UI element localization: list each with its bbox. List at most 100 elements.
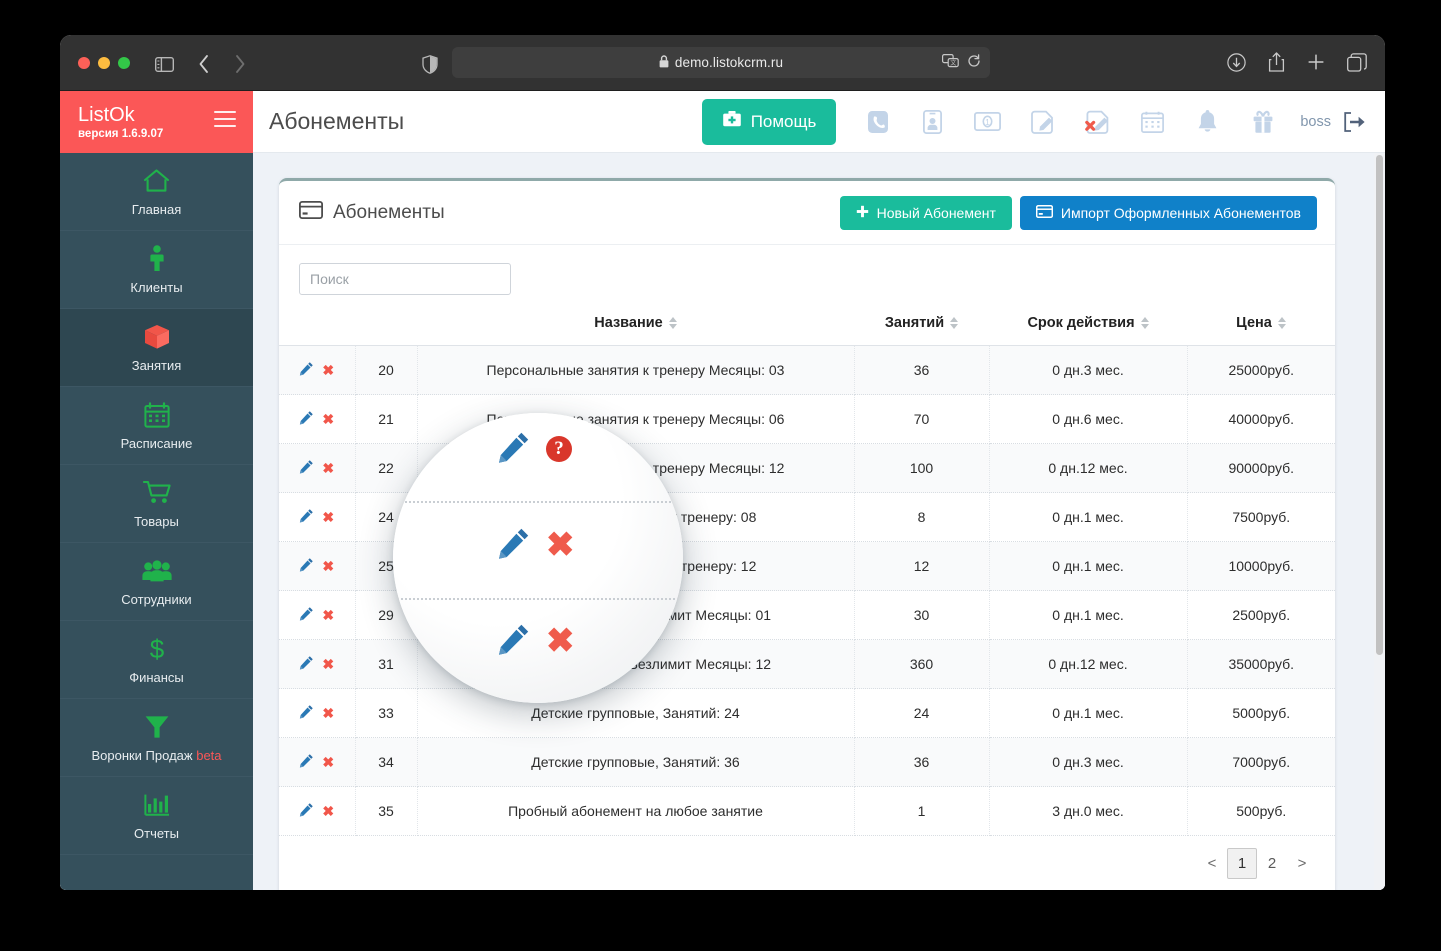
address-bar[interactable]: demo.listokcrm.ru 文 — [452, 47, 990, 78]
pencil-icon[interactable] — [497, 430, 531, 469]
red-x-icon[interactable]: ✖ — [546, 624, 575, 658]
import-subscriptions-button[interactable]: Импорт Оформленных Абонементов — [1019, 195, 1317, 230]
scrollbar-thumb[interactable] — [1376, 155, 1383, 655]
cell-term: 0 дн.6 мес. — [989, 394, 1188, 444]
th-count[interactable]: Занятий — [854, 305, 989, 346]
pagination-page-2[interactable]: 2 — [1257, 848, 1287, 879]
table-header-row: Название Занятий Срок действия Цена — [279, 305, 1335, 346]
phone-icon[interactable] — [850, 102, 905, 142]
toolbar-right-icons — [1227, 52, 1367, 77]
sort-toggle-icon[interactable] — [950, 317, 959, 329]
edit-note-icon[interactable] — [1015, 102, 1070, 142]
pencil-icon[interactable] — [299, 459, 314, 477]
red-question-icon[interactable]: ? — [546, 436, 572, 462]
reload-icon[interactable] — [967, 54, 981, 73]
logout-icon[interactable] — [1337, 102, 1371, 142]
sidebar-item-finance[interactable]: $ Финансы — [60, 621, 253, 699]
red-x-icon[interactable]: ✖ — [322, 705, 334, 722]
app-viewport: ListOk версия 1.6.9.07 Главная Клиенты З… — [60, 91, 1385, 890]
new-subscription-button[interactable]: Новый Абонемент — [839, 195, 1012, 230]
panel-actions: Новый Абонемент Импорт Оформленных Абоне… — [839, 195, 1317, 230]
sidebar-item-lessons[interactable]: Занятия — [60, 309, 253, 387]
pencil-icon[interactable] — [299, 508, 314, 526]
page-title: Абонементы — [269, 108, 405, 134]
hamburger-menu-icon[interactable] — [214, 111, 236, 127]
cell-term: 0 дн.1 мес. — [989, 492, 1188, 542]
red-x-icon[interactable]: ✖ — [322, 460, 334, 477]
sidebar-item-clients[interactable]: Клиенты — [60, 231, 253, 309]
sidebar-item-staff[interactable]: Сотрудники — [60, 543, 253, 621]
bell-icon[interactable] — [1180, 102, 1235, 142]
cell-price: 35000руб. — [1187, 639, 1335, 689]
close-window-button[interactable] — [78, 57, 90, 69]
sidebar-item-reports[interactable]: Отчеты — [60, 777, 253, 855]
edit-note-cancel-icon[interactable] — [1070, 102, 1125, 142]
card-icon — [1035, 204, 1053, 221]
th-price[interactable]: Цена — [1187, 305, 1335, 346]
pencil-icon[interactable] — [299, 361, 314, 379]
gift-icon[interactable] — [1235, 102, 1290, 142]
pagination-page-1[interactable]: 1 — [1227, 848, 1257, 879]
translate-icon[interactable]: 文 — [942, 54, 959, 73]
sidebar-item-label: Сотрудники — [121, 591, 192, 607]
search-input[interactable] — [299, 263, 511, 295]
content-area: Абонементы Помощь 1 boss Абонементы Новы… — [253, 91, 1385, 890]
downloads-icon[interactable] — [1227, 52, 1246, 77]
cell-price: 7000руб. — [1187, 737, 1335, 787]
id-card-icon[interactable] — [905, 102, 960, 142]
sort-toggle-icon[interactable] — [668, 317, 677, 329]
beta-badge: beta — [196, 747, 222, 763]
th-term[interactable]: Срок действия — [989, 305, 1187, 346]
tab-overview-icon[interactable] — [1347, 52, 1367, 77]
red-x-icon[interactable]: ✖ — [322, 803, 334, 820]
pagination-next[interactable]: > — [1287, 848, 1317, 879]
sidebar-toggle-icon[interactable] — [152, 52, 176, 76]
red-x-icon[interactable]: ✖ — [546, 528, 575, 562]
calendar-grid-icon[interactable] — [1125, 102, 1180, 142]
sidebar-item-home[interactable]: Главная — [60, 153, 253, 231]
red-x-icon[interactable]: ✖ — [322, 509, 334, 526]
user-name[interactable]: boss — [1290, 102, 1337, 142]
card-icon — [298, 200, 324, 225]
cell-count: 36 — [854, 737, 990, 787]
pencil-icon[interactable] — [299, 802, 314, 820]
help-button[interactable]: Помощь — [701, 98, 837, 145]
pencil-icon[interactable] — [299, 606, 314, 624]
pencil-icon[interactable] — [299, 704, 314, 722]
red-x-icon[interactable]: ✖ — [322, 362, 334, 379]
cell-term: 0 дн.12 мес. — [989, 639, 1188, 689]
lock-icon — [659, 54, 669, 71]
pencil-icon[interactable] — [497, 622, 531, 661]
sort-toggle-icon[interactable] — [1277, 317, 1286, 329]
vertical-scrollbar[interactable] — [1374, 153, 1385, 890]
share-icon[interactable] — [1268, 52, 1285, 77]
forward-chevron-icon[interactable] — [228, 52, 252, 76]
sidebar-item-goods[interactable]: Товары — [60, 465, 253, 543]
red-x-icon[interactable]: ✖ — [322, 558, 334, 575]
pencil-icon[interactable] — [299, 557, 314, 575]
cell-count: 70 — [854, 394, 990, 444]
red-x-icon[interactable]: ✖ — [322, 411, 334, 428]
red-x-icon[interactable]: ✖ — [322, 754, 334, 771]
pencil-icon[interactable] — [299, 753, 314, 771]
cell-price: 5000руб. — [1187, 688, 1335, 738]
sidebar-item-schedule[interactable]: Расписание — [60, 387, 253, 465]
th-name[interactable]: Название — [417, 305, 854, 346]
sidebar-item-sales-funnels[interactable]: Воронки Продаж beta — [60, 699, 253, 777]
pagination-prev[interactable]: < — [1197, 848, 1227, 879]
back-chevron-icon[interactable] — [192, 52, 216, 76]
pencil-icon[interactable] — [497, 526, 531, 565]
minimize-window-button[interactable] — [98, 57, 110, 69]
sort-toggle-icon[interactable] — [1140, 317, 1149, 329]
pencil-icon[interactable] — [299, 655, 314, 673]
red-x-icon[interactable]: ✖ — [322, 607, 334, 624]
table-row: ✖ 20 Персональные занятия к тренеру Месяцы… — [279, 345, 1335, 395]
lens-row: ✖ — [393, 517, 683, 573]
new-tab-icon[interactable] — [1307, 53, 1325, 76]
privacy-shield-icon[interactable] — [418, 52, 442, 76]
red-x-icon[interactable]: ✖ — [322, 656, 334, 673]
banknote-icon[interactable]: 1 — [960, 102, 1015, 142]
maximize-window-button[interactable] — [118, 57, 130, 69]
cell-name: Персональные занятия к тренеру Месяцы: 0… — [417, 345, 855, 395]
pencil-icon[interactable] — [299, 410, 314, 428]
